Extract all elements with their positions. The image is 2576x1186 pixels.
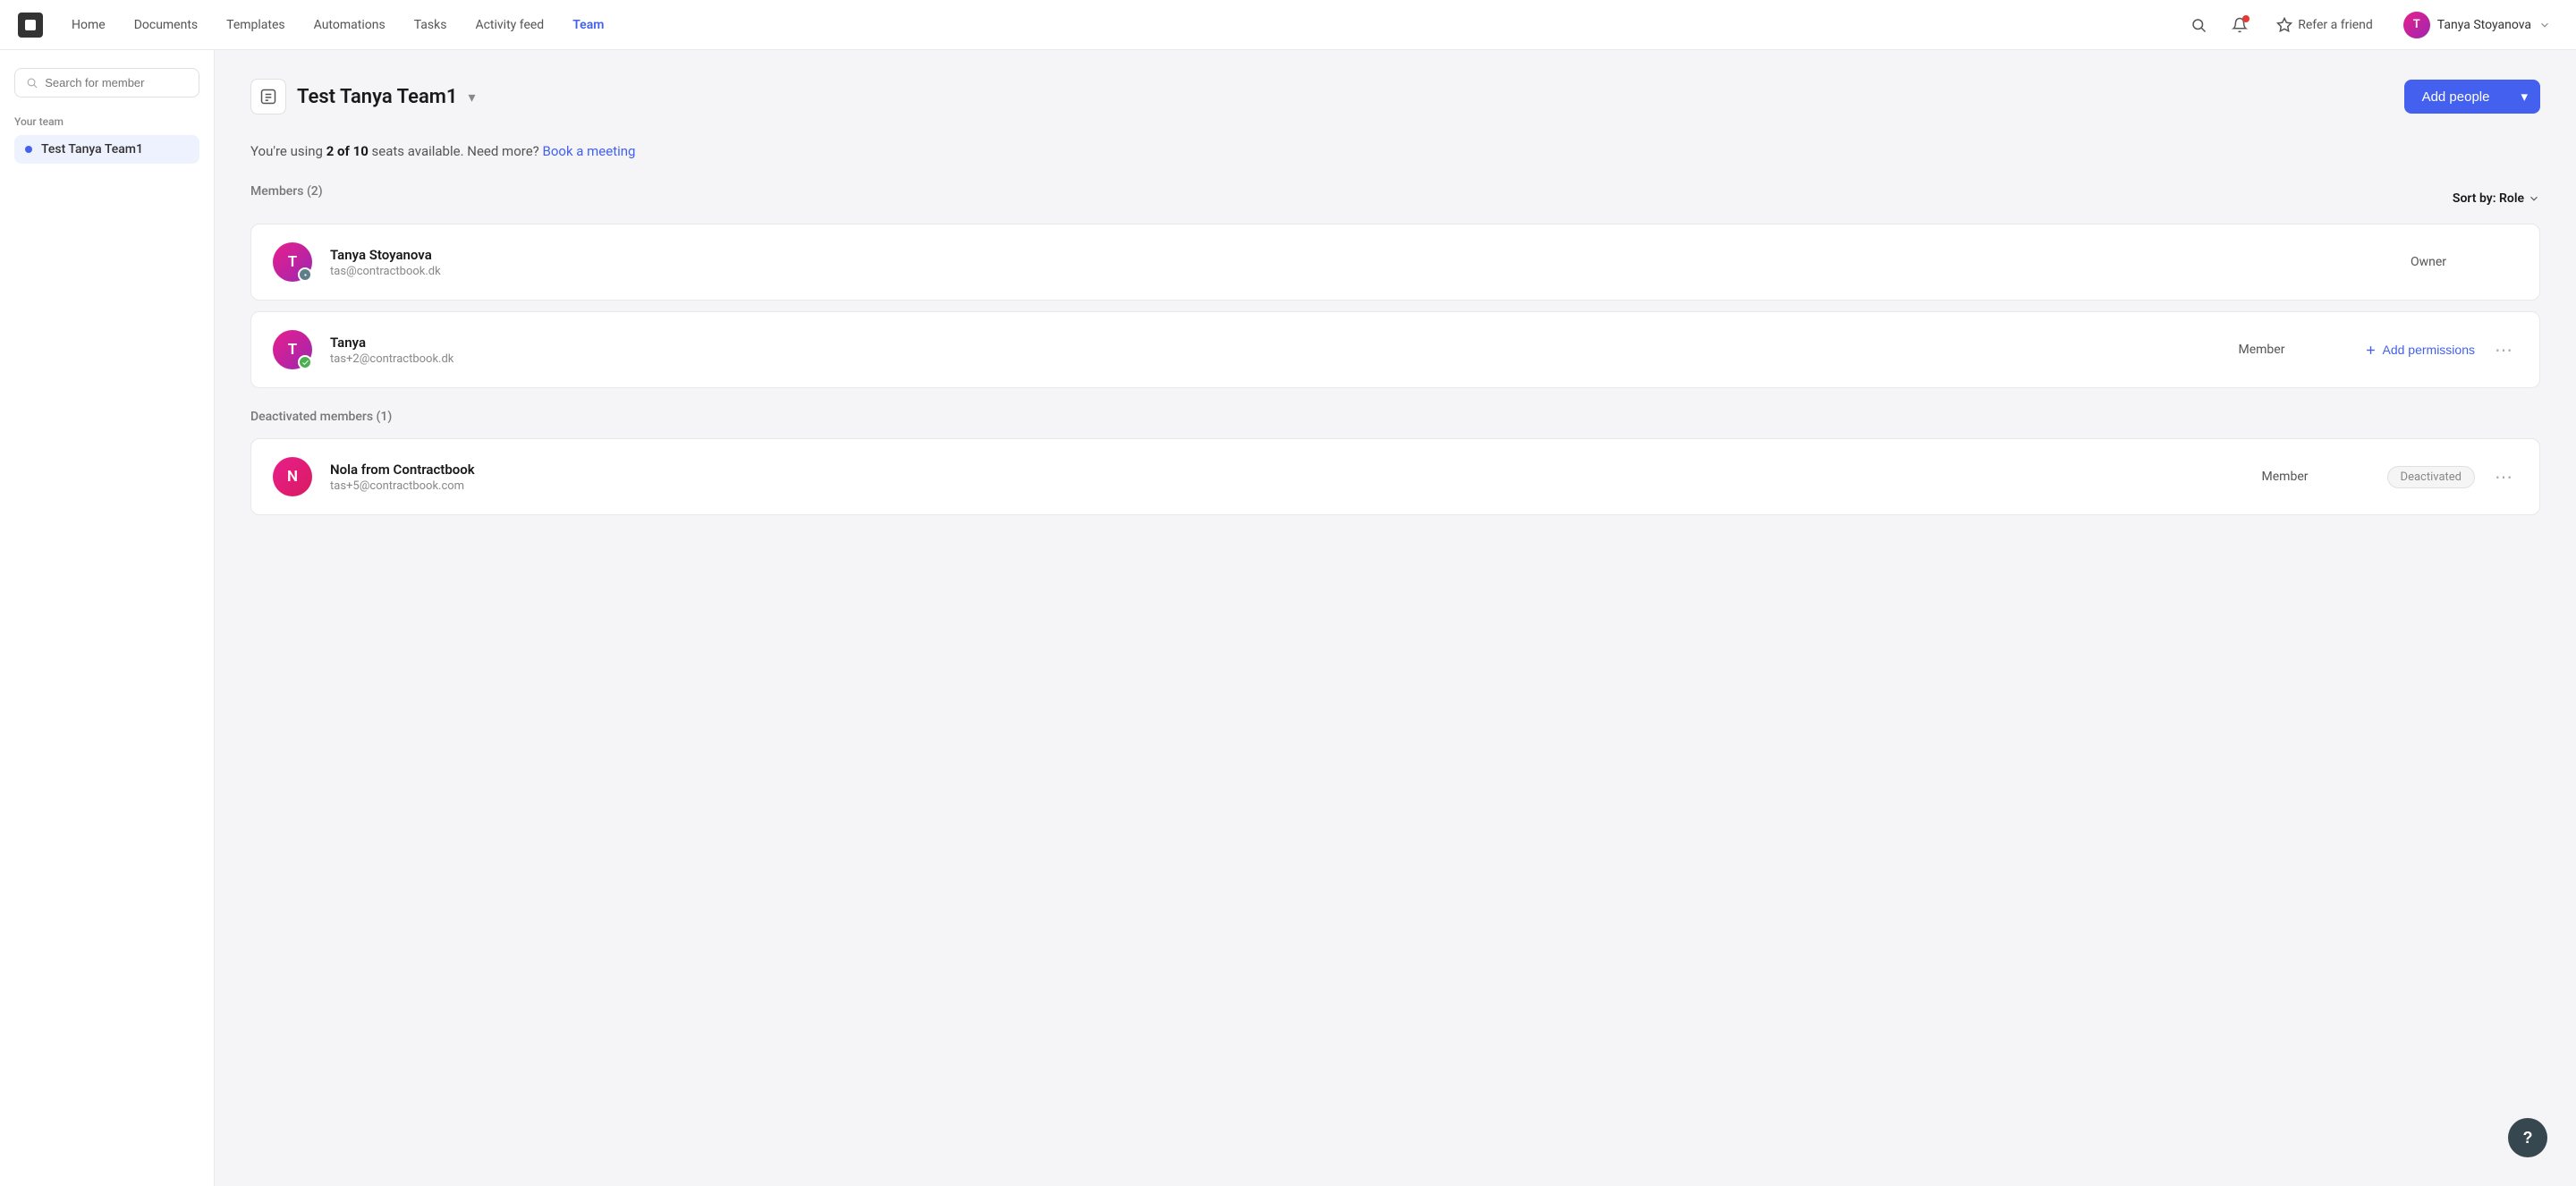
sidebar-team-label: Test Tanya Team1 (41, 142, 143, 157)
member-email: tas+5@contractbook.com (330, 479, 2244, 493)
member-card: T Tanya Stoyanova tas@contractbook.dk Ow… (250, 224, 2540, 301)
sidebar: Your team Test Tanya Team1 (0, 50, 215, 1186)
member-email: tas+2@contractbook.dk (330, 352, 2221, 366)
sort-chevron-icon (2528, 192, 2540, 205)
member-initials: N (287, 468, 298, 486)
member-avatar: T (273, 242, 312, 282)
add-people-arrow-icon[interactable]: ▾ (2508, 80, 2540, 114)
member-role: Member (2239, 343, 2346, 357)
nav-automations[interactable]: Automations (303, 13, 396, 38)
team-title-row: Test Tanya Team1 ▾ (250, 79, 475, 114)
member-role: Owner (2411, 255, 2518, 269)
topnav-actions: Refer a friend T Tanya Stoyanova (2185, 8, 2558, 42)
topnav: Home Documents Templates Automations Tas… (0, 0, 2576, 50)
team-icon (250, 79, 286, 114)
member-role: Member (2262, 470, 2369, 484)
refer-friend-button[interactable]: Refer a friend (2267, 12, 2382, 38)
nav-tasks[interactable]: Tasks (403, 13, 458, 38)
plus-icon (2364, 343, 2377, 357)
member-info: Tanya tas+2@contractbook.dk (330, 335, 2221, 366)
members-section-title: Members (2) (250, 184, 323, 199)
add-permissions-button[interactable]: Add permissions (2364, 343, 2476, 357)
sort-label-value: Role (2499, 191, 2524, 206)
deactivated-section: Deactivated members (1) N Nola from Cont… (250, 410, 2540, 515)
user-menu-button[interactable]: T Tanya Stoyanova (2396, 8, 2558, 42)
nav-templates[interactable]: Templates (216, 13, 296, 38)
member-initials: T (288, 253, 297, 271)
member-card: N Nola from Contractbook tas+5@contractb… (250, 438, 2540, 515)
sort-label: Sort by: Role (2453, 191, 2524, 206)
team-title: Test Tanya Team1 (297, 86, 457, 108)
member-name: Nola from Contractbook (330, 462, 2244, 478)
add-people-label: Add people (2404, 80, 2508, 114)
chevron-down-icon (2538, 19, 2551, 31)
add-permissions-label: Add permissions (2383, 343, 2476, 357)
member-avatar: N (273, 457, 312, 496)
member-info: Nola from Contractbook tas+5@contractboo… (330, 462, 2244, 493)
seats-count: 2 of 10 (326, 143, 369, 159)
sort-label-prefix: Sort by: (2453, 191, 2499, 206)
deactivated-badge: Deactivated (2387, 466, 2475, 488)
app-layout: Your team Test Tanya Team1 Test Tanya Te… (0, 50, 2576, 1186)
member-name: Tanya Stoyanova (330, 247, 2393, 263)
team-title-chevron-icon[interactable]: ▾ (468, 89, 475, 106)
notification-dot (2242, 15, 2250, 22)
help-button[interactable]: ? (2508, 1118, 2547, 1157)
sidebar-bullet (25, 146, 32, 153)
seats-prefix: You're using (250, 143, 326, 159)
member-email: tas@contractbook.dk (330, 265, 2393, 278)
sidebar-team-item[interactable]: Test Tanya Team1 (14, 135, 199, 164)
avatar-badge-active (298, 355, 312, 369)
logo[interactable] (18, 13, 43, 38)
avatar-badge-settings (298, 267, 312, 282)
seats-suffix: seats available. Need more? (369, 143, 539, 159)
search-input[interactable] (45, 76, 188, 89)
member-actions: Add permissions ⋯ (2364, 337, 2519, 363)
deactivated-section-title: Deactivated members (1) (250, 410, 2540, 424)
team-header: Test Tanya Team1 ▾ Add people ▾ (250, 79, 2540, 114)
notifications-button[interactable] (2226, 12, 2253, 38)
sidebar-section-label: Your team (14, 115, 199, 128)
member-card: T Tanya tas+2@contractbook.dk Member Add… (250, 311, 2540, 388)
user-name: Tanya Stoyanova (2437, 18, 2531, 32)
member-avatar: T (273, 330, 312, 369)
search-icon (26, 76, 38, 89)
member-name: Tanya (330, 335, 2221, 351)
user-avatar: T (2403, 12, 2430, 38)
add-people-button[interactable]: Add people ▾ (2404, 80, 2540, 114)
refer-friend-label: Refer a friend (2298, 18, 2373, 32)
nav-activity-feed[interactable]: Activity feed (464, 13, 555, 38)
book-meeting-link[interactable]: Book a meeting (542, 143, 635, 159)
member-actions: Deactivated ⋯ (2387, 464, 2518, 490)
search-button[interactable] (2185, 12, 2212, 38)
search-box[interactable] (14, 68, 199, 97)
nav-documents[interactable]: Documents (123, 13, 208, 38)
member-more-button[interactable]: ⋯ (2489, 337, 2518, 363)
main-content: Test Tanya Team1 ▾ Add people ▾ You're u… (215, 50, 2576, 1186)
member-more-button[interactable]: ⋯ (2489, 464, 2518, 490)
member-initials: T (288, 341, 297, 359)
seats-info: You're using 2 of 10 seats available. Ne… (250, 143, 2540, 159)
members-sort-row: Members (2) Sort by: Role (250, 184, 2540, 213)
nav-home[interactable]: Home (61, 13, 116, 38)
sort-button[interactable]: Sort by: Role (2453, 191, 2540, 206)
member-info: Tanya Stoyanova tas@contractbook.dk (330, 247, 2393, 278)
nav-team[interactable]: Team (562, 13, 614, 38)
